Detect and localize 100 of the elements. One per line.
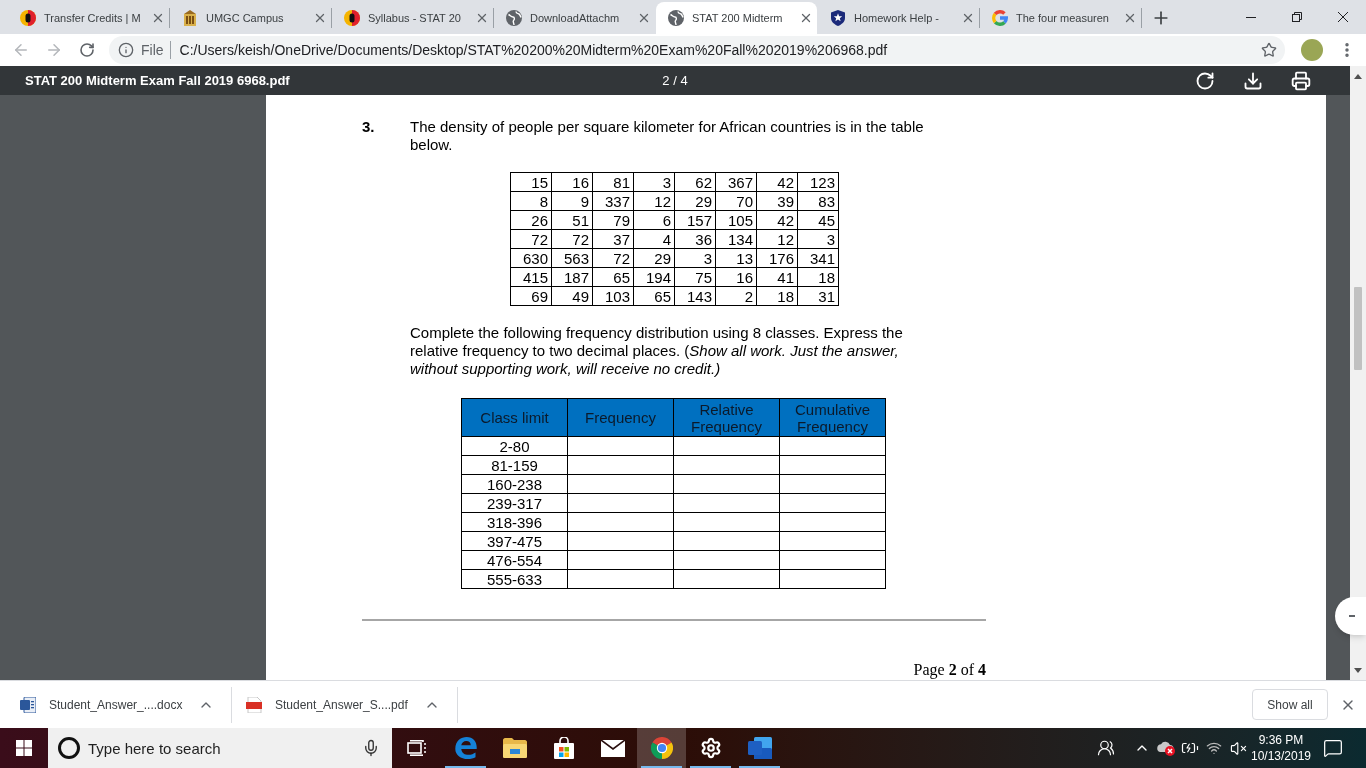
- circle-logo-icon: [20, 10, 36, 26]
- table-cell: 157: [674, 210, 716, 230]
- table-cell: 31: [797, 286, 839, 306]
- instructions-text: Complete the following frequency distribution using 8 classes. Express the relative frequency to two decimal places. (Show all work. Just the answer, without supporting work, will receive no credit.): [410, 324, 904, 378]
- info-icon: [118, 42, 134, 58]
- show-all-button[interactable]: Show all: [1252, 689, 1328, 720]
- table-cell: 367: [715, 172, 757, 192]
- scrollbar[interactable]: [1350, 66, 1366, 680]
- column-header: Relative Frequency: [673, 398, 780, 437]
- scrollbar-thumb[interactable]: [1354, 287, 1362, 370]
- table-cell: 3: [674, 248, 716, 268]
- speaker-muted-icon[interactable]: [1229, 739, 1247, 757]
- table-cell: 29: [674, 191, 716, 211]
- file-icon: [246, 696, 262, 713]
- close-tab-icon[interactable]: [961, 11, 975, 25]
- globe-icon: [506, 10, 522, 26]
- microphone-icon[interactable]: [362, 739, 380, 757]
- table-cell: 13: [715, 248, 757, 268]
- table-cell: 16: [715, 267, 757, 287]
- table-cell: 239-317: [461, 493, 568, 513]
- table-cell: 397-475: [461, 531, 568, 551]
- table-cell: 81: [592, 172, 634, 192]
- table-cell: 65: [633, 286, 675, 306]
- forward-arrow-icon: [45, 41, 63, 59]
- table-cell: 26: [510, 210, 552, 230]
- table-cell: 341: [797, 248, 839, 268]
- e-logo-icon: [454, 737, 477, 759]
- minimize-icon: [1246, 16, 1256, 18]
- rotate-icon[interactable]: [1195, 70, 1215, 91]
- table-cell: 83: [797, 191, 839, 211]
- down-triangle-icon[interactable]: [1354, 668, 1362, 673]
- table-cell: 42: [756, 210, 798, 230]
- table-cell: 72: [592, 248, 634, 268]
- window-panes-icon: [16, 740, 32, 756]
- notification-icon[interactable]: [1323, 738, 1343, 758]
- table-cell: 81-159: [461, 455, 568, 475]
- stacked-tiles-logo-icon: [747, 737, 772, 759]
- table-cell: 70: [715, 191, 757, 211]
- table-cell: 105: [715, 210, 757, 230]
- table-cell: 2: [715, 286, 757, 306]
- table-cell: 3: [633, 172, 675, 192]
- people-icon[interactable]: [1097, 739, 1115, 757]
- address-bar[interactable]: File C:/Users/keish/OneDrive/Documents/Desktop/STAT%20200%20Midterm%20Exam%20Fall%202019%206968.pdf: [109, 36, 1285, 64]
- bookmark-star-icon[interactable]: [1261, 42, 1277, 58]
- table-cell: 42: [756, 172, 798, 192]
- column-header: Frequency: [567, 398, 674, 437]
- table-cell: 41: [756, 267, 798, 287]
- column-header: Cumulative Frequency: [779, 398, 886, 437]
- table-cell: 65: [592, 267, 634, 287]
- table-cell: 75: [674, 267, 716, 287]
- cloud-error-icon[interactable]: [1156, 740, 1176, 756]
- close-icon: [1338, 12, 1348, 22]
- table-cell: 123: [797, 172, 839, 192]
- table-cell: 39: [756, 191, 798, 211]
- task-view-icon: [406, 740, 427, 756]
- close-tab-icon[interactable]: [799, 11, 813, 25]
- table-cell: 176: [756, 248, 798, 268]
- taskbar-app[interactable]: [637, 728, 686, 768]
- folder-icon: [502, 738, 527, 758]
- table-cell: 36: [674, 229, 716, 249]
- download-icon[interactable]: [1243, 70, 1263, 91]
- profile-avatar[interactable]: [1301, 39, 1323, 61]
- question-text: The density of people per square kilometer for African countries is in the table below.: [410, 118, 925, 154]
- up-triangle-icon[interactable]: [1354, 74, 1362, 79]
- page-number-footer: Page 2 of 4: [913, 661, 986, 678]
- table-cell: 143: [674, 286, 716, 306]
- wifi-icon[interactable]: [1206, 740, 1222, 756]
- table-cell: 18: [756, 286, 798, 306]
- clock-button[interactable]: 9:36 PM 10/13/2019: [1250, 732, 1312, 764]
- table-cell: 3: [797, 229, 839, 249]
- close-tab-icon[interactable]: [475, 11, 489, 25]
- document-icon: [20, 696, 36, 713]
- table-cell: 134: [715, 229, 757, 249]
- segmented-circle-icon: [650, 737, 673, 759]
- close-tab-icon[interactable]: [1123, 11, 1137, 25]
- globe-icon: [668, 10, 684, 26]
- restore-icon: [1292, 12, 1302, 22]
- table-cell: 4: [633, 229, 675, 249]
- table-cell: 79: [592, 210, 634, 230]
- site-info-button[interactable]: File: [118, 39, 164, 61]
- table-cell: 476-554: [461, 550, 568, 570]
- close-tab-icon[interactable]: [313, 11, 327, 25]
- table-cell: 18: [797, 267, 839, 287]
- building-icon: [182, 10, 198, 26]
- search-field[interactable]: Type here to search: [48, 728, 392, 768]
- print-icon[interactable]: [1291, 70, 1311, 91]
- close-tab-icon[interactable]: [151, 11, 165, 25]
- download-item[interactable]: Student_Answer_....docx: [6, 686, 232, 723]
- table-cell: 9: [551, 191, 593, 211]
- table-cell: 563: [551, 248, 593, 268]
- table-cell: 72: [551, 229, 593, 249]
- table-cell: 45: [797, 210, 839, 230]
- browser-tab[interactable]: STAT 200 Midterm: [656, 2, 817, 34]
- table-cell: 51: [551, 210, 593, 230]
- page-indicator: 2 / 4: [662, 71, 688, 90]
- shopping-bag-icon: [552, 737, 575, 759]
- ring-icon: [58, 737, 80, 759]
- table-cell: 160-238: [461, 474, 568, 494]
- close-tab-icon[interactable]: [637, 11, 651, 25]
- download-item[interactable]: Student_Answer_S....pdf: [232, 686, 458, 723]
